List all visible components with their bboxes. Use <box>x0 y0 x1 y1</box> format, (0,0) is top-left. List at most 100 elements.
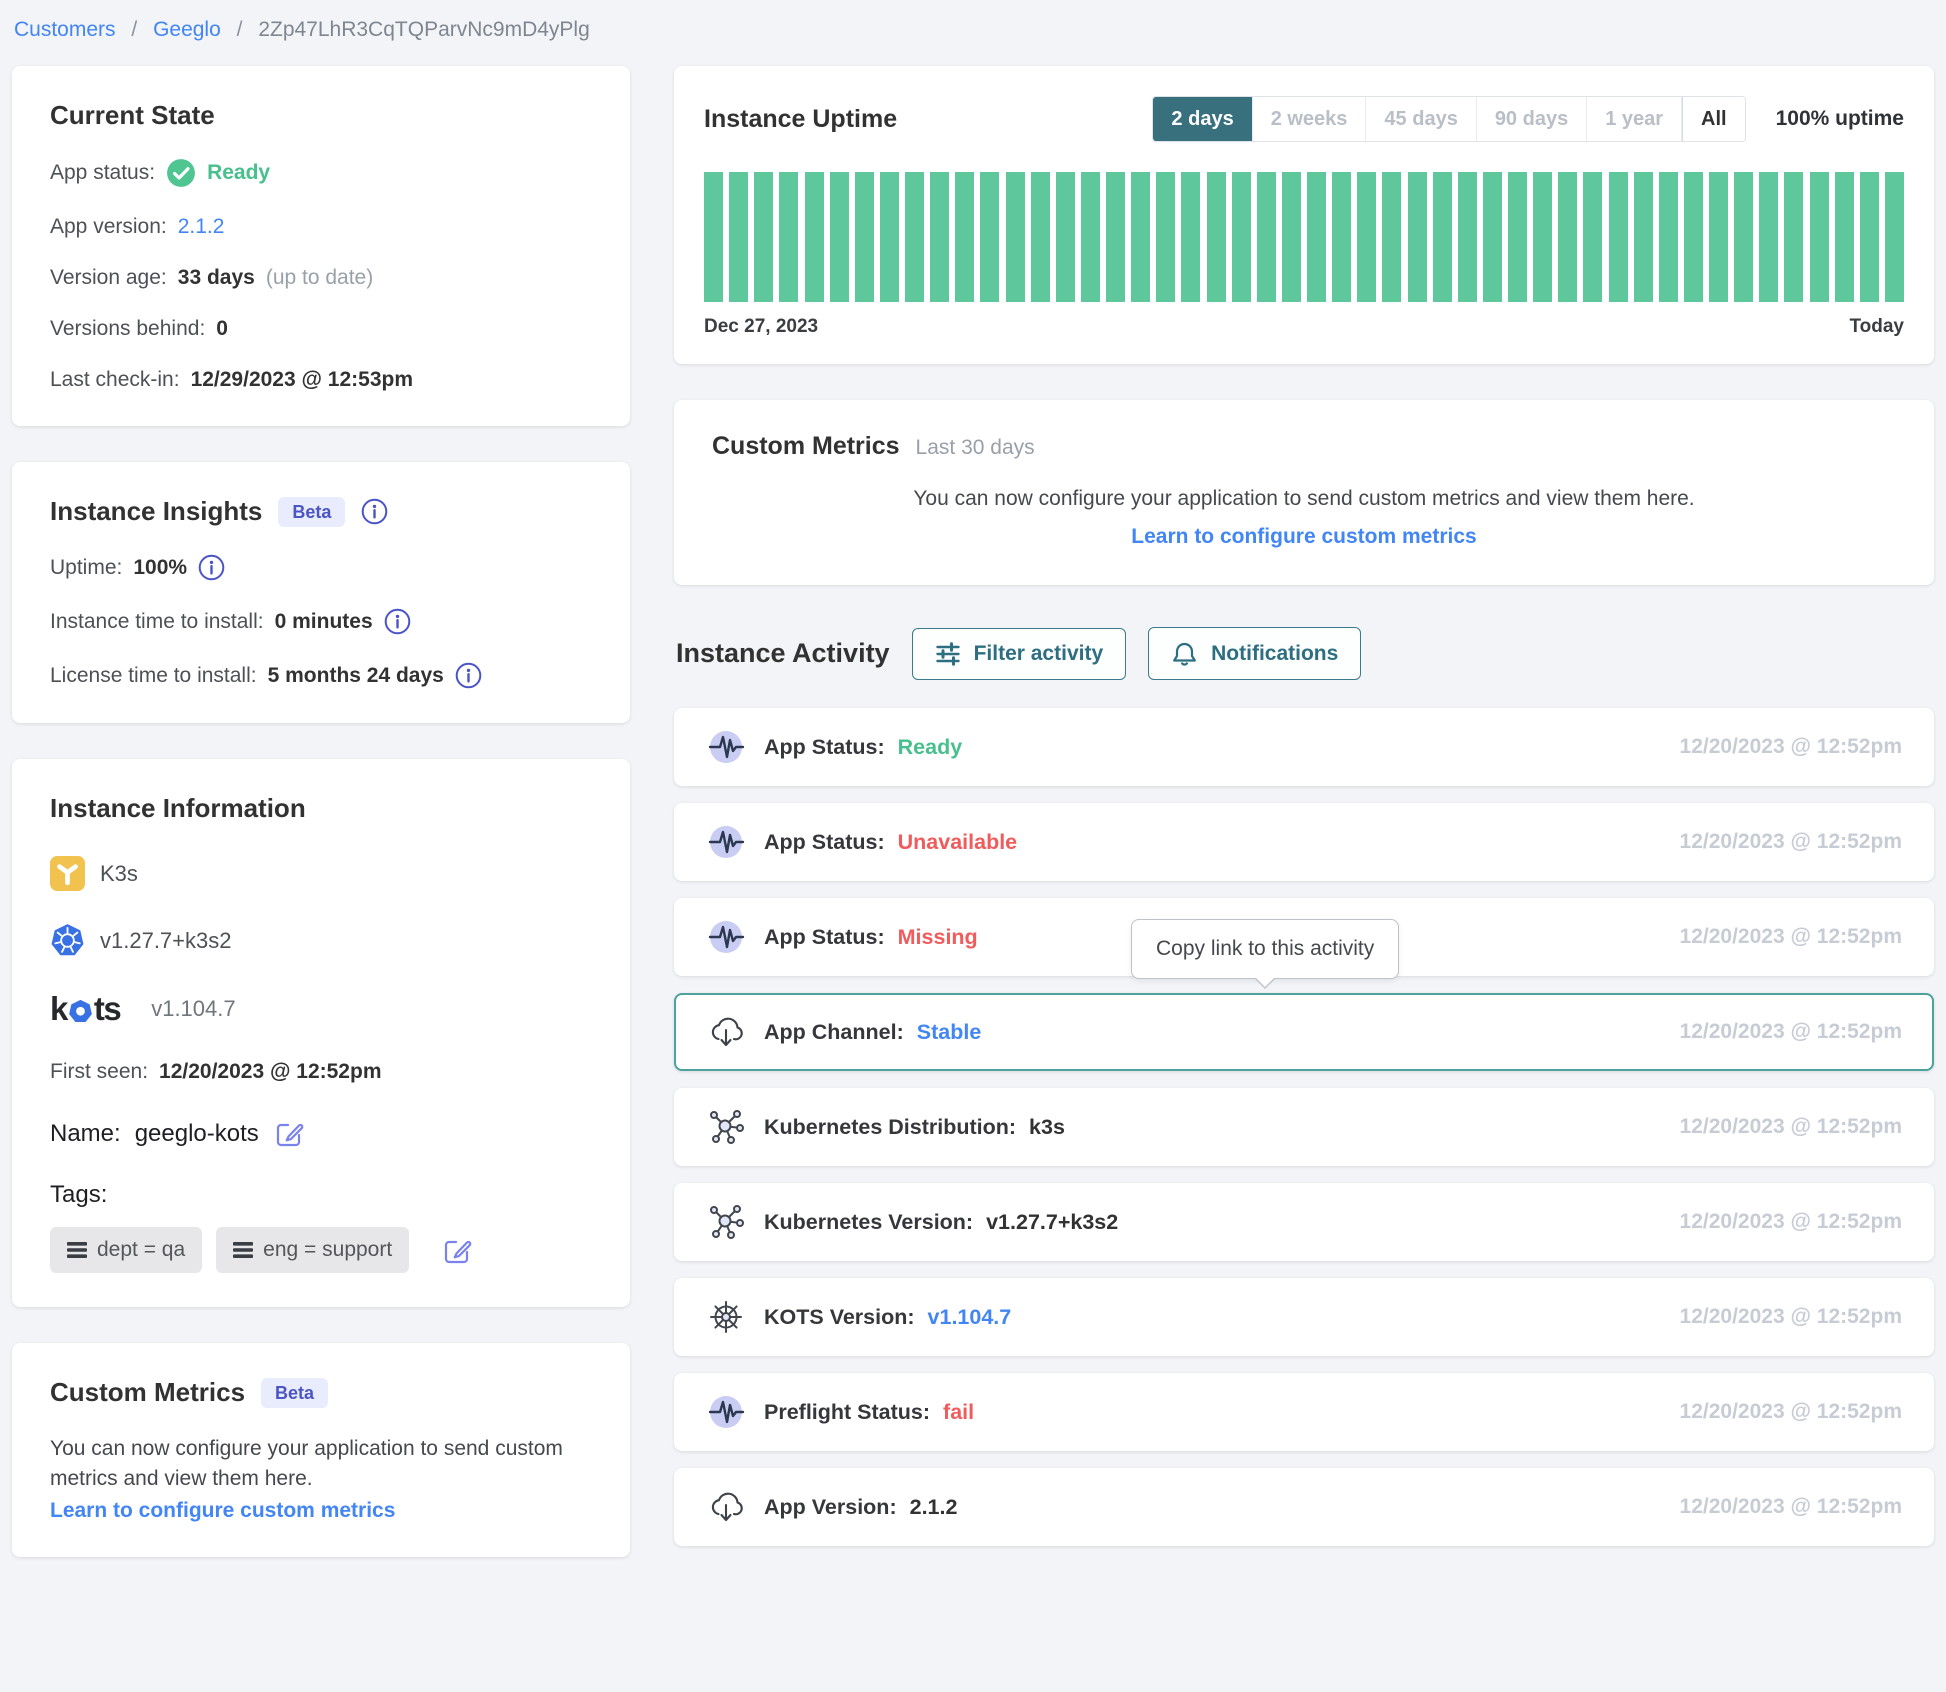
app-status-row: App status: Ready <box>50 158 592 188</box>
current-state-card: Current State App status: Ready App vers… <box>12 66 630 426</box>
uptime-row: Uptime: 100% <box>50 554 592 581</box>
uptime-bar <box>1860 172 1879 302</box>
uptime-summary: 100% uptime <box>1776 107 1904 131</box>
uptime-range-90-days[interactable]: 90 days <box>1477 97 1587 141</box>
breadcrumb-link-customers[interactable]: Customers <box>14 18 116 41</box>
current-state-title: Current State <box>50 100 592 131</box>
uptime-bar <box>704 172 723 302</box>
activity-row-0[interactable]: App Status:Ready12/20/2023 @ 12:52pm <box>674 708 1934 786</box>
activity-timestamp: 12/20/2023 @ 12:52pm <box>1680 1305 1902 1329</box>
uptime-bar <box>1433 172 1452 302</box>
uptime-bar <box>1558 172 1577 302</box>
uptime-range-1-year[interactable]: 1 year <box>1587 97 1682 141</box>
kots-version-value: v1.104.7 <box>151 996 235 1022</box>
pulse-icon <box>706 727 746 767</box>
uptime-bar <box>1609 172 1628 302</box>
notifications-label: Notifications <box>1211 643 1338 664</box>
version-age-note: (up to date) <box>266 266 373 290</box>
uptime-range-2-weeks[interactable]: 2 weeks <box>1253 97 1367 141</box>
breadcrumb-link-customer[interactable]: Geeglo <box>153 18 221 41</box>
uptime-bar <box>1734 172 1753 302</box>
uptime-bar <box>1408 172 1427 302</box>
uptime-bar <box>729 172 748 302</box>
instance-time-to-install-row: Instance time to install: 0 minutes <box>50 608 592 635</box>
activity-row-4[interactable]: Kubernetes Distribution:k3s12/20/2023 @ … <box>674 1088 1934 1166</box>
pulse-icon <box>706 917 746 957</box>
uptime-bar <box>1006 172 1025 302</box>
sliders-icon <box>935 641 961 667</box>
custom-metrics-right-body: You can now configure your application t… <box>712 487 1896 511</box>
k8s-version-row: v1.27.7+k3s2 <box>50 923 592 958</box>
tag-bars-icon <box>67 1240 87 1260</box>
activity-row-8[interactable]: App Version:2.1.212/20/2023 @ 12:52pm <box>674 1468 1934 1546</box>
uptime-bar <box>1659 172 1678 302</box>
uptime-bar <box>1357 172 1376 302</box>
uptime-bar <box>905 172 924 302</box>
edit-name-icon[interactable] <box>273 1118 304 1149</box>
uptime-range-group: 2 days2 weeks45 days90 days1 yearAll <box>1152 96 1745 142</box>
activity-row-7[interactable]: Preflight Status:fail12/20/2023 @ 12:52p… <box>674 1373 1934 1451</box>
uptime-bar <box>1810 172 1829 302</box>
version-age-value: 33 days <box>178 266 255 290</box>
info-icon[interactable] <box>198 554 225 581</box>
activity-value: k3s <box>1029 1115 1065 1140</box>
copy-link-tooltip: Copy link to this activity <box>1131 919 1399 979</box>
kots-version-row: k ts v1.104.7 <box>50 990 592 1028</box>
uptime-end-label: Today <box>1849 316 1904 338</box>
uptime-bar <box>1784 172 1803 302</box>
activity-value: fail <box>943 1400 974 1425</box>
uptime-bar <box>1131 172 1150 302</box>
activity-timestamp: 12/20/2023 @ 12:52pm <box>1680 735 1902 759</box>
activity-value: Unavailable <box>898 830 1018 855</box>
instance-name-label: Name: <box>50 1120 121 1148</box>
uptime-bar <box>1835 172 1854 302</box>
breadcrumb-separator: / <box>131 18 137 41</box>
uptime-bar <box>1684 172 1703 302</box>
license-tti-label: License time to install: <box>50 664 257 688</box>
info-icon[interactable] <box>384 608 411 635</box>
configure-custom-metrics-link[interactable]: Learn to configure custom metrics <box>712 525 1896 549</box>
bell-icon <box>1171 640 1198 667</box>
kubernetes-icon <box>50 923 85 958</box>
last-checkin-value: 12/29/2023 @ 12:53pm <box>191 368 413 392</box>
pulse-icon <box>706 822 746 862</box>
uptime-bar <box>930 172 949 302</box>
cloud-download-icon <box>706 1487 746 1527</box>
custom-metrics-right-subtitle: Last 30 days <box>916 436 1035 460</box>
uptime-bar <box>1382 172 1401 302</box>
instance-activity-header: Instance Activity Filter activity Notifi… <box>676 627 1934 680</box>
app-version-row: App version: 2.1.2 <box>50 215 592 239</box>
info-icon[interactable] <box>455 662 482 689</box>
filter-activity-label: Filter activity <box>974 643 1104 664</box>
right-column: Instance Uptime 2 days2 weeks45 days90 d… <box>674 66 1934 1563</box>
info-icon[interactable] <box>361 498 388 525</box>
edit-tags-icon[interactable] <box>441 1235 472 1266</box>
cloud-download-icon <box>706 1012 746 1052</box>
uptime-range-2-days[interactable]: 2 days <box>1153 97 1252 141</box>
instance-insights-card: Instance Insights Beta Uptime: 100% Inst… <box>12 462 630 723</box>
uptime-bar <box>1583 172 1602 302</box>
activity-row-6[interactable]: KOTS Version:v1.104.712/20/2023 @ 12:52p… <box>674 1278 1934 1356</box>
uptime-bar <box>1533 172 1552 302</box>
activity-row-3[interactable]: App Channel:Stable12/20/2023 @ 12:52pmCo… <box>674 993 1934 1071</box>
kots-logo: k ts <box>50 990 120 1028</box>
uptime-range-45-days[interactable]: 45 days <box>1366 97 1476 141</box>
instance-name-value: geeglo-kots <box>135 1120 259 1148</box>
filter-activity-button[interactable]: Filter activity <box>912 628 1127 680</box>
app-version-link[interactable]: 2.1.2 <box>178 215 225 239</box>
breadcrumb-instance-id: 2Zp47LhR3CqTQParvNc9mD4yPlg <box>258 18 589 41</box>
uptime-range-all[interactable]: All <box>1682 97 1745 141</box>
version-age-row: Version age: 33 days (up to date) <box>50 266 592 290</box>
uptime-bar-chart <box>704 172 1904 302</box>
activity-row-5[interactable]: Kubernetes Version:v1.27.7+k3s212/20/202… <box>674 1183 1934 1261</box>
uptime-bar <box>1207 172 1226 302</box>
uptime-bar <box>1232 172 1251 302</box>
uptime-bar <box>1056 172 1075 302</box>
notifications-button[interactable]: Notifications <box>1148 627 1361 680</box>
license-tti-value: 5 months 24 days <box>268 664 444 688</box>
activity-timestamp: 12/20/2023 @ 12:52pm <box>1680 1020 1902 1044</box>
uptime-bar <box>1759 172 1778 302</box>
configure-custom-metrics-link[interactable]: Learn to configure custom metrics <box>50 1499 395 1523</box>
activity-timestamp: 12/20/2023 @ 12:52pm <box>1680 925 1902 949</box>
activity-row-1[interactable]: App Status:Unavailable12/20/2023 @ 12:52… <box>674 803 1934 881</box>
